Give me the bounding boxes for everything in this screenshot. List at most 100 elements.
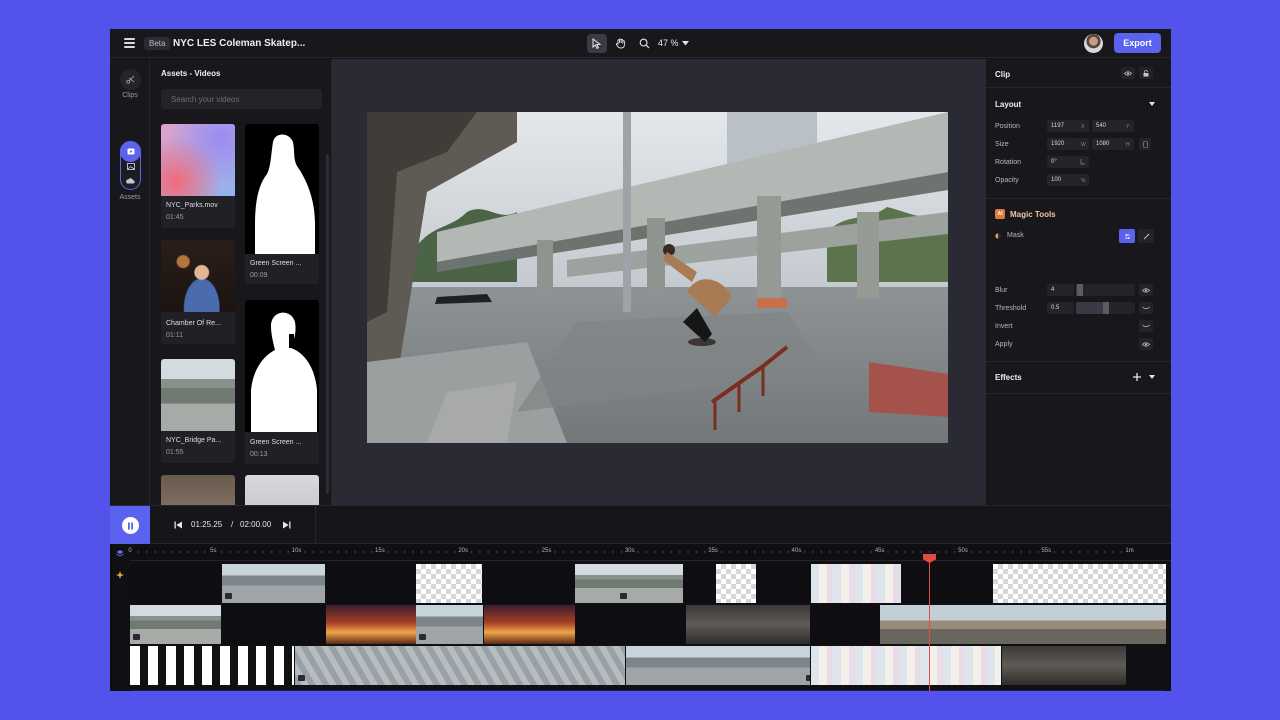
asset-card-green-screen-1[interactable]: Green Screen ... 00:09 xyxy=(245,124,319,284)
timeline-clip[interactable] xyxy=(484,605,575,644)
chevron-down-icon[interactable] xyxy=(1149,375,1155,379)
skip-forward-icon[interactable] xyxy=(283,521,291,529)
video-editor-window: Beta NYC LES Coleman Skatep... 47 % Expo… xyxy=(110,29,1171,691)
ruler-tick xyxy=(1062,551,1064,553)
ruler-tick xyxy=(329,551,331,553)
timeline-clip[interactable] xyxy=(416,605,483,644)
lock-icon[interactable] xyxy=(1139,67,1153,79)
video-frame[interactable] xyxy=(367,112,948,443)
asset-card-nyc-parks[interactable]: NYC_Parks.mov 01:45 xyxy=(161,124,235,228)
asset-name: Chamber Of Re... xyxy=(166,320,221,327)
blur-slider[interactable] xyxy=(1076,284,1135,296)
magic-wand-icon[interactable] xyxy=(1138,229,1154,243)
playhead-handle[interactable] xyxy=(923,554,936,563)
ruler-tick xyxy=(953,551,956,553)
position-label: Position xyxy=(995,123,1020,130)
ruler-tick xyxy=(587,551,589,553)
ruler-tick xyxy=(937,551,939,553)
ruler-tick xyxy=(812,551,814,553)
timeline-clip[interactable] xyxy=(684,564,715,603)
timeline-clip[interactable] xyxy=(902,564,992,603)
asset-name: NYC_Parks.mov xyxy=(166,202,218,209)
ruler-tick xyxy=(137,551,140,553)
ruler-tick xyxy=(604,551,606,553)
eye-icon[interactable] xyxy=(1139,338,1153,350)
ruler-tick xyxy=(845,551,848,553)
timeline-clip[interactable] xyxy=(686,605,810,644)
timeline-clip[interactable] xyxy=(222,564,325,603)
pause-button[interactable] xyxy=(110,506,150,545)
asset-card-partial[interactable] xyxy=(245,475,319,505)
ruler-tick xyxy=(854,551,856,553)
link-aspect-icon[interactable] xyxy=(1139,138,1151,150)
search-zoom-icon[interactable] xyxy=(634,34,654,53)
ruler-tick xyxy=(1053,551,1056,553)
timeline-clip[interactable] xyxy=(416,564,482,603)
eye-icon[interactable] xyxy=(1121,67,1135,79)
timeline-clip[interactable] xyxy=(326,564,416,603)
timeline-clip[interactable] xyxy=(222,605,325,644)
eye-icon[interactable] xyxy=(1139,284,1153,296)
ruler-tick xyxy=(270,551,273,553)
timeline-clip[interactable] xyxy=(993,564,1166,603)
timeline-clip[interactable] xyxy=(130,564,221,603)
ruler-tick xyxy=(770,551,773,553)
ruler-tick xyxy=(287,551,289,553)
timeline-clip[interactable] xyxy=(811,605,879,644)
layers-icon[interactable] xyxy=(116,549,124,557)
rail-clips-button[interactable] xyxy=(120,69,141,90)
scissors-icon xyxy=(126,75,135,84)
timeline-clip[interactable] xyxy=(880,605,1166,644)
ruler-tick xyxy=(920,551,923,553)
threshold-slider-knob[interactable] xyxy=(1102,302,1109,314)
ai-badge: AI xyxy=(995,209,1005,219)
hand-tool-icon[interactable] xyxy=(610,34,630,53)
mask-settings-icon[interactable] xyxy=(1119,229,1135,243)
timeline-clip[interactable] xyxy=(716,564,756,603)
blur-slider-knob[interactable] xyxy=(1077,284,1084,296)
ruler-tick-label: 10s xyxy=(291,548,302,554)
timeline-clip[interactable] xyxy=(811,564,901,603)
timeline-clip[interactable] xyxy=(483,564,575,603)
hamburger-menu-icon[interactable] xyxy=(124,38,135,48)
sparkle-icon[interactable] xyxy=(116,571,124,579)
add-effect-icon[interactable] xyxy=(1133,373,1141,381)
pointer-tool-icon[interactable] xyxy=(587,34,607,53)
project-title[interactable]: NYC LES Coleman Skatep... xyxy=(173,38,305,49)
timeline-clip[interactable] xyxy=(130,646,294,685)
ruler-tick xyxy=(754,551,756,553)
search-videos-input[interactable] xyxy=(161,89,322,109)
timeline-clip[interactable] xyxy=(576,605,685,644)
timeline-clip[interactable] xyxy=(626,646,810,685)
assets-scrollbar[interactable] xyxy=(326,154,329,494)
eye-closed-icon[interactable] xyxy=(1139,302,1153,314)
user-avatar[interactable] xyxy=(1084,34,1103,53)
asset-card-green-screen-2[interactable]: Green Screen ... 00:13 xyxy=(245,300,319,464)
ruler-tick xyxy=(445,551,448,553)
rail-upload-button[interactable] xyxy=(120,170,141,191)
timeline-clip[interactable] xyxy=(1002,646,1126,685)
audio-waveform-track[interactable] xyxy=(132,690,1164,691)
zoom-dropdown[interactable]: 47 % xyxy=(658,38,689,48)
chevron-down-icon[interactable] xyxy=(1149,102,1155,106)
asset-card-partial[interactable] xyxy=(161,475,235,505)
timeline-clip[interactable] xyxy=(295,646,625,685)
asset-card-nyc-bridge[interactable]: NYC_Bridge Pa... 01:55 xyxy=(161,359,235,463)
timeline-ruler[interactable]: 0 5s 10s 15s 20s 25s 30s 35s 40s 45s 50s 55s 1m xyxy=(128,544,1171,561)
ruler-tick xyxy=(903,551,906,553)
timeline-clip[interactable] xyxy=(575,564,683,603)
blur-input[interactable]: 4 xyxy=(1047,284,1074,296)
timeline-clip[interactable] xyxy=(326,605,416,644)
unit-y: Y xyxy=(1126,124,1130,130)
threshold-slider[interactable] xyxy=(1076,302,1135,314)
timeline-clip[interactable] xyxy=(756,564,810,603)
threshold-input[interactable]: 0.5 xyxy=(1047,302,1074,314)
ruler-tick xyxy=(370,551,373,553)
asset-card-chamber[interactable]: Chamber Of Re... 01:11 xyxy=(161,240,235,344)
rotation-label: Rotation xyxy=(995,159,1022,166)
eye-closed-icon[interactable] xyxy=(1139,320,1153,332)
timeline-clip[interactable] xyxy=(130,605,221,644)
timeline-clip[interactable] xyxy=(811,646,1001,685)
skip-back-icon[interactable] xyxy=(174,521,182,529)
export-button[interactable]: Export xyxy=(1114,33,1161,53)
